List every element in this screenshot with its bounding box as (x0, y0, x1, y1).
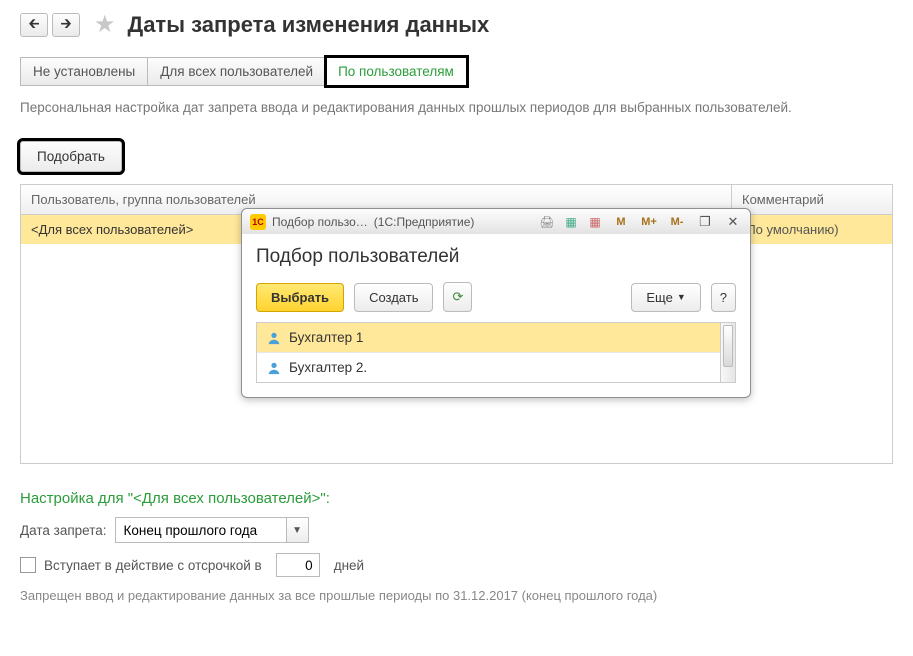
settings-heading: Настройка для "<Для всех пользователей>"… (20, 490, 893, 507)
help-button[interactable]: ? (711, 283, 736, 312)
mode-tabs: Не установлены Для всех пользователей По… (20, 57, 893, 86)
col-header-comment[interactable]: Комментарий (732, 185, 892, 214)
calendar-icon[interactable]: ▦ (586, 213, 604, 231)
window-close-icon[interactable]: ✕ (722, 213, 744, 231)
chevron-down-icon[interactable]: ▼ (286, 518, 308, 542)
date-label: Дата запрета: (20, 523, 107, 538)
list-item[interactable]: Бухгалтер 1 (257, 323, 720, 352)
footnote: Запрещен ввод и редактирование данных за… (20, 587, 893, 605)
delay-days-input[interactable] (276, 553, 320, 577)
pick-button[interactable]: Подобрать (20, 141, 122, 172)
date-mode-input[interactable] (116, 518, 286, 542)
refresh-icon: ⟳ (452, 289, 463, 305)
tab-not-set[interactable]: Не установлены (20, 57, 148, 86)
m-plus-button[interactable]: M+ (638, 213, 660, 231)
back-button[interactable]: 🡰 (20, 13, 48, 37)
tab-all-users[interactable]: Для всех пользователей (148, 57, 326, 86)
window-restore-icon[interactable]: ❐ (694, 213, 716, 231)
m-minus-button[interactable]: M- (666, 213, 688, 231)
m-button[interactable]: M (610, 213, 632, 231)
forward-button[interactable]: 🡲 (52, 13, 80, 37)
list-item-label: Бухгалтер 2. (289, 360, 367, 375)
printer-icon[interactable]: 🖨 (538, 213, 556, 231)
delay-checkbox[interactable] (20, 557, 36, 573)
user-icon (267, 331, 281, 345)
app-logo-1c-icon: 1C (250, 214, 266, 230)
cell-comment: (По умолчанию) (732, 215, 892, 244)
user-picker-dialog: 1C Подбор пользо… (1С:Предприятие) 🖨 ▦ ▦… (241, 208, 751, 398)
dialog-title-left: Подбор пользо… (272, 215, 368, 229)
more-button-label: Еще (646, 290, 672, 305)
delay-unit: дней (334, 558, 364, 573)
description-text: Персональная настройка дат запрета ввода… (20, 100, 893, 115)
user-list: Бухгалтер 1 Бухгалтер 2. (257, 323, 720, 382)
choose-button[interactable]: Выбрать (256, 283, 344, 312)
calc-icon[interactable]: ▦ (562, 213, 580, 231)
scrollbar[interactable] (720, 323, 735, 382)
date-mode-combo[interactable]: ▼ (115, 517, 309, 543)
list-item-label: Бухгалтер 1 (289, 330, 363, 345)
tab-by-users[interactable]: По пользователям (326, 57, 467, 86)
page-title: Даты запрета изменения данных (128, 12, 490, 38)
chevron-down-icon: ▼ (677, 292, 686, 302)
create-button[interactable]: Создать (354, 283, 433, 312)
users-grid: Пользователь, группа пользователей Комме… (20, 184, 893, 464)
dialog-title-right: (1С:Предприятие) (374, 215, 475, 229)
user-icon (267, 361, 281, 375)
refresh-button[interactable]: ⟳ (443, 282, 472, 312)
favorite-star-icon[interactable]: ★ (94, 10, 116, 39)
delay-label: Вступает в действие с отсрочкой в (44, 558, 262, 573)
dialog-heading: Подбор пользователей (256, 246, 736, 268)
more-button[interactable]: Еще ▼ (631, 283, 700, 312)
list-item[interactable]: Бухгалтер 2. (257, 352, 720, 382)
